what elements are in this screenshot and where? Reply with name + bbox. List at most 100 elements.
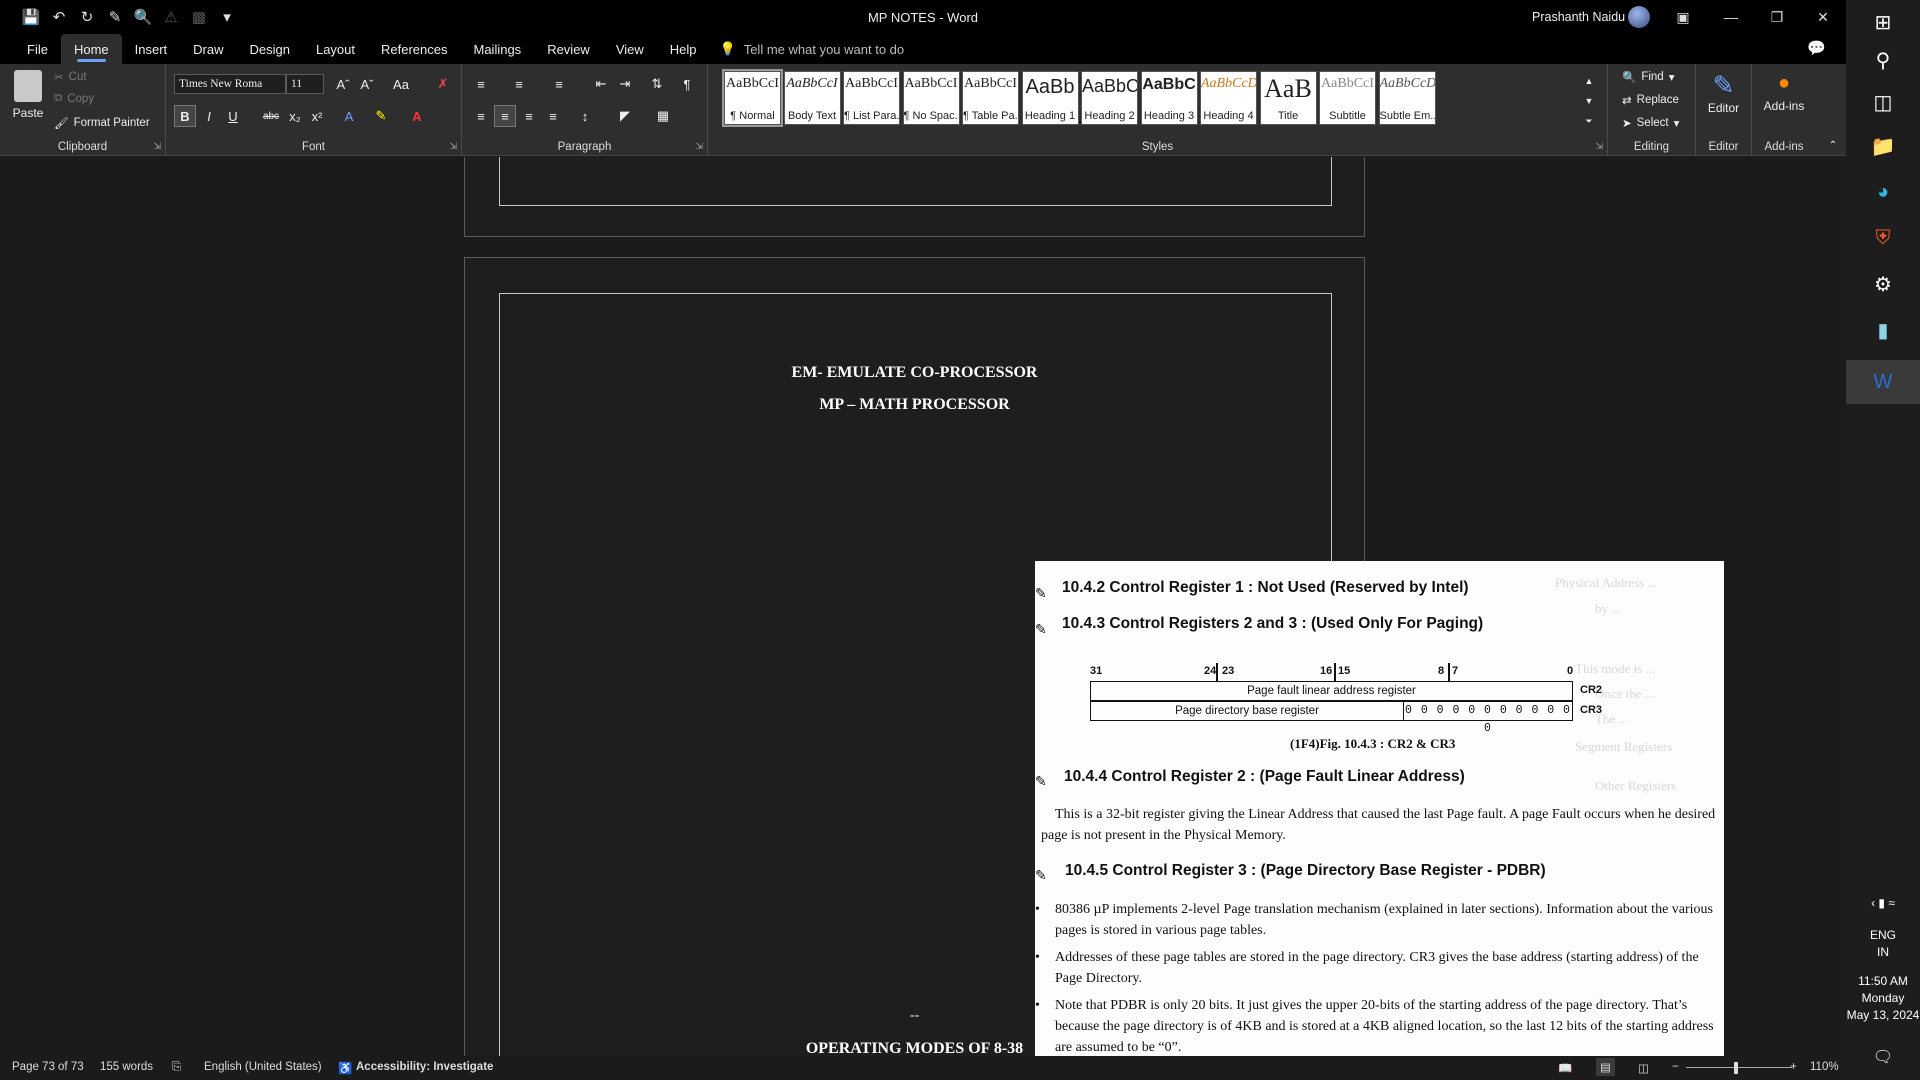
format-painter-button[interactable]: 🖌 Format Painter — [54, 116, 150, 130]
subscript-icon[interactable]: x₂ — [284, 105, 306, 127]
minimize-icon[interactable]: — — [1708, 0, 1754, 34]
web-layout-icon[interactable]: ◫ — [1638, 1061, 1649, 1075]
task-view-icon[interactable]: ◫ — [1846, 80, 1920, 124]
brave-icon[interactable]: ⛨ — [1846, 216, 1920, 260]
bullets-icon[interactable]: ≡ — [470, 73, 492, 95]
clock-time[interactable]: 11:50 AM — [1846, 974, 1920, 988]
justify-icon[interactable]: ≡ — [542, 105, 564, 127]
superscript-icon[interactable]: x² — [306, 105, 328, 127]
text-effects-icon[interactable]: A — [338, 105, 360, 127]
print-layout-icon[interactable]: ▤ — [1596, 1058, 1615, 1076]
word-count[interactable]: 155 words — [100, 1061, 153, 1073]
tab-insert[interactable]: Insert — [122, 34, 181, 64]
style-1[interactable]: AaBbCcI Body Text — [783, 71, 841, 125]
strikethrough-icon[interactable]: abc — [260, 105, 282, 127]
tab-design[interactable]: Design — [237, 34, 303, 64]
shrink-font-icon[interactable]: Aˇ — [356, 73, 378, 95]
dialog-launcher-icon[interactable]: ⇲ — [153, 141, 161, 152]
addins-button[interactable]: ● Add-ins — [1752, 72, 1816, 113]
zoom-slider[interactable] — [1686, 1067, 1792, 1068]
save-icon[interactable]: 💾 — [18, 4, 44, 30]
styles-more-icon[interactable]: ⏷ — [1578, 110, 1600, 132]
accessibility-status[interactable]: Accessibility: Investigate — [356, 1061, 493, 1073]
align-right-icon[interactable]: ≡ — [518, 105, 540, 127]
style-9[interactable]: AaB Title — [1259, 71, 1317, 125]
avatar[interactable] — [1628, 6, 1650, 28]
redo-icon[interactable]: ↻ — [74, 4, 100, 30]
clear-formatting-icon[interactable]: ✗ — [432, 73, 454, 95]
style-10[interactable]: AaBbCcI Subtitle — [1319, 71, 1376, 125]
scanned-image[interactable]: Physical Address ... by ... This mode is… — [1035, 561, 1724, 1056]
proofing-icon[interactable]: ⎘ — [172, 1061, 181, 1074]
multilevel-list-icon[interactable]: ≡ — [548, 73, 570, 95]
styles-up-icon[interactable]: ▲ — [1578, 70, 1600, 92]
file-explorer-icon[interactable]: 📁 — [1846, 124, 1920, 168]
word-icon[interactable]: W — [1846, 360, 1920, 404]
restore-icon[interactable]: ❐ — [1754, 0, 1800, 34]
edge-icon[interactable]: ◕ — [1846, 170, 1920, 214]
font-size-box[interactable]: 11 — [286, 74, 324, 94]
style-7[interactable]: AaBbC Heading 3 — [1140, 71, 1198, 125]
page-count[interactable]: Page 73 of 73 — [12, 1061, 84, 1073]
style-3[interactable]: AaBbCcI ¶ No Spac... — [902, 71, 960, 125]
comments-icon[interactable]: 💬 — [1807, 39, 1826, 57]
style-5[interactable]: AaBb Heading 1 — [1021, 71, 1079, 125]
tab-references[interactable]: References — [368, 34, 460, 64]
paste-button[interactable]: Paste — [10, 70, 46, 130]
style-4[interactable]: AaBbCcI ¶ Table Pa... — [962, 71, 1019, 125]
style-6[interactable]: AaBbC Heading 2 — [1081, 71, 1138, 125]
tab-view[interactable]: View — [603, 34, 657, 64]
highlight-icon[interactable]: ✎ — [370, 105, 392, 127]
font-launcher-icon[interactable]: ⇲ — [449, 141, 457, 152]
increase-indent-icon[interactable]: ⇥ — [614, 73, 636, 95]
customize-qat-icon[interactable]: ▾ — [214, 4, 240, 30]
current-page[interactable]: EM- EMULATE CO-PROCESSOR MP – MATH PROCE… — [464, 257, 1724, 1056]
tab-home[interactable]: Home — [60, 34, 122, 64]
bold-icon[interactable]: B — [174, 105, 196, 127]
underline-icon[interactable]: U — [222, 105, 244, 127]
search-icon[interactable]: ⚲ — [1846, 38, 1920, 82]
tell-me-box[interactable]: 💡 Tell me what you want to do — [720, 41, 905, 57]
font-color-icon[interactable]: A — [406, 105, 428, 127]
grow-font-icon[interactable]: Aˆ — [332, 73, 354, 95]
sort-icon[interactable]: ⇅ — [646, 73, 668, 95]
language-indicator[interactable]: English (United States) — [204, 1061, 322, 1073]
tab-review[interactable]: Review — [534, 34, 603, 64]
paragraph-launcher-icon[interactable]: ⇲ — [695, 141, 703, 152]
font-name-box[interactable]: Times New Roma — [174, 74, 286, 94]
undo-icon[interactable]: ↶ — [46, 4, 72, 30]
notifications-icon[interactable]: 🗨 — [1846, 1035, 1920, 1079]
zoom-level[interactable]: 110% — [1810, 1061, 1839, 1073]
select-button[interactable]: ➤ Select ▾ — [1622, 116, 1679, 130]
close-icon[interactable]: ✕ — [1800, 0, 1846, 34]
settings-icon[interactable]: ⚙ — [1846, 262, 1920, 306]
tray-icons[interactable]: ‹ ▮ ≈ — [1846, 893, 1920, 913]
style-8[interactable]: AaBbCcD Heading 4 — [1200, 71, 1257, 125]
shading-icon[interactable]: ◤ — [614, 105, 636, 127]
zoom-in-icon[interactable]: + — [1790, 1061, 1797, 1073]
tab-draw[interactable]: Draw — [180, 34, 236, 64]
show-marks-icon[interactable]: ¶ — [676, 73, 698, 95]
decrease-indent-icon[interactable]: ⇤ — [590, 73, 612, 95]
line-spacing-icon[interactable]: ↕ — [574, 105, 596, 127]
read-mode-icon[interactable]: 📖 — [1558, 1061, 1572, 1075]
tab-help[interactable]: Help — [657, 34, 710, 64]
find-button[interactable]: 🔍 Find ▾ — [1622, 70, 1674, 84]
align-left-icon[interactable]: ≡ — [470, 105, 492, 127]
italic-icon[interactable]: I — [198, 105, 220, 127]
style-2[interactable]: AaBbCcI ¶ List Para... — [843, 71, 900, 125]
draw-pen-icon[interactable]: ✎ — [102, 4, 128, 30]
print-preview-icon[interactable]: 🔍 — [130, 4, 156, 30]
styles-launcher-icon[interactable]: ⇲ — [1595, 141, 1603, 152]
tab-layout[interactable]: Layout — [303, 34, 368, 64]
replace-button[interactable]: ⇄ Replace — [1622, 93, 1679, 107]
numbering-icon[interactable]: ≡ — [508, 73, 530, 95]
collapse-ribbon-icon[interactable]: ⌃ — [1822, 134, 1844, 156]
align-center-icon[interactable]: ≡ — [494, 105, 516, 127]
ribbon-display-icon[interactable]: ▣ — [1660, 0, 1706, 34]
tab-file[interactable]: File — [14, 34, 61, 64]
borders-icon[interactable]: ▦ — [652, 105, 674, 127]
change-case-button[interactable]: Aa — [386, 73, 416, 95]
style-0[interactable]: AaBbCcI ¶ Normal — [722, 69, 783, 127]
user-name[interactable]: Prashanth Naidu — [1532, 10, 1625, 24]
